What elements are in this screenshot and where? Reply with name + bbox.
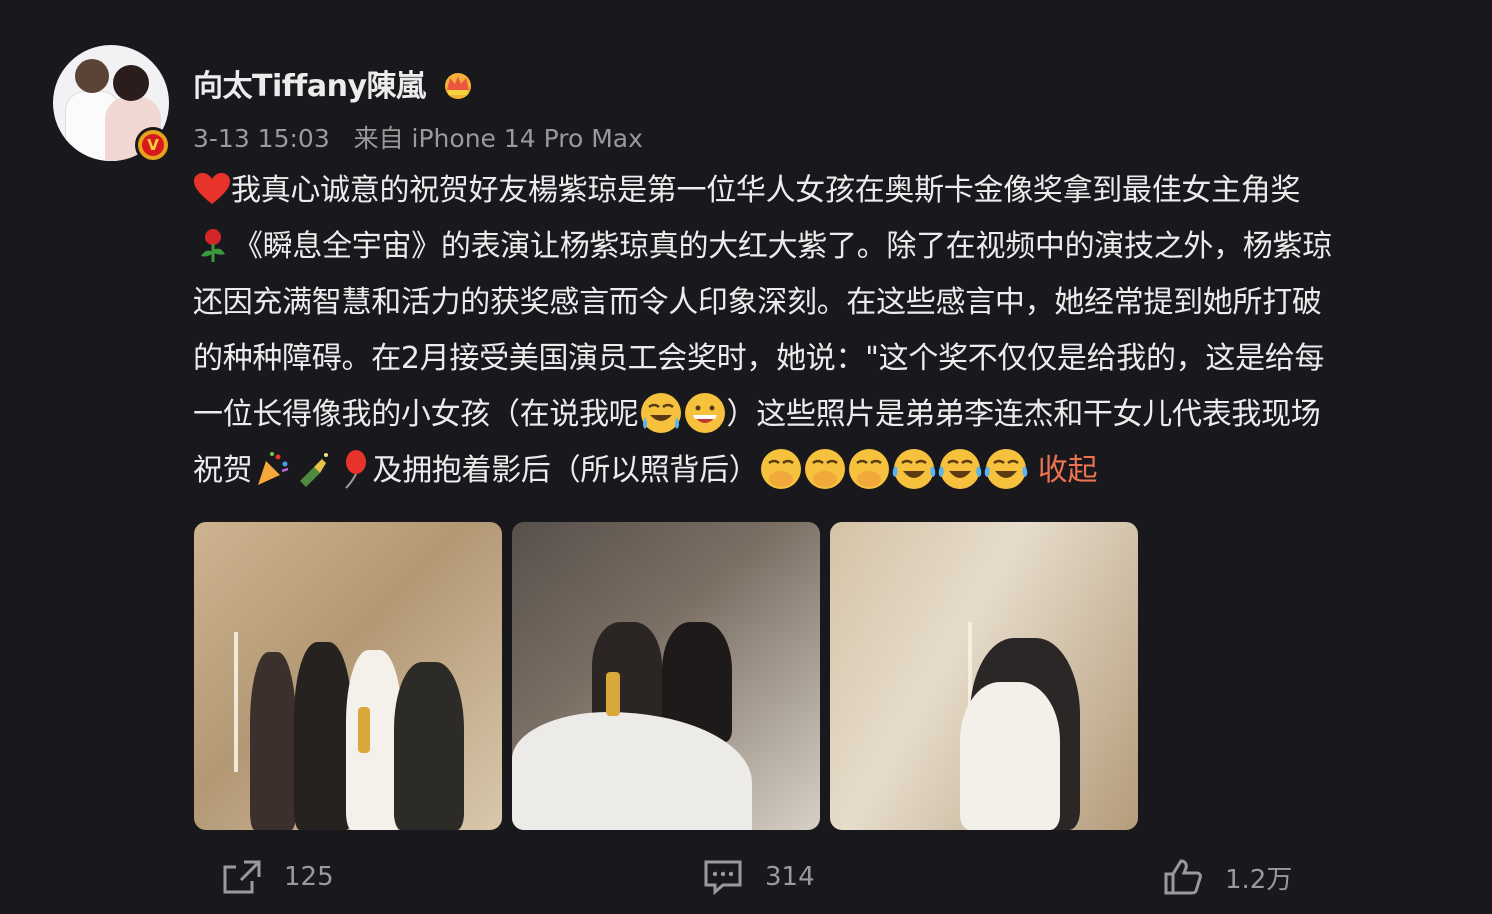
content-line: 的种种障碍。在2月接受美国演员工会奖时，她说："这个奖不仅仅是给我的，这是给每 bbox=[193, 341, 1325, 376]
like-button[interactable]: 1.2万 bbox=[1163, 852, 1292, 902]
tears-of-joy-icon bbox=[938, 448, 981, 489]
post-photo-3[interactable] bbox=[830, 522, 1138, 830]
tears-of-joy-icon bbox=[892, 448, 935, 489]
content-line: 我真心诚意的祝贺好友楊紫琼是第一位华人女孩在奥斯卡金像奖拿到最佳女主角奖 bbox=[193, 163, 1463, 219]
post-photo-1[interactable] bbox=[194, 522, 502, 830]
content-line: 祝贺 及拥抱着影后（所以照背后） 收起 bbox=[193, 443, 1463, 499]
collapse-link[interactable]: 收起 bbox=[1038, 453, 1098, 488]
content-line: 《瞬息全宇宙》的表演让杨紫琼真的大红大紫了。除了在视频中的演技之外，杨紫琼 bbox=[193, 219, 1463, 275]
party-popper-icon bbox=[258, 451, 289, 485]
username[interactable]: 向太Tiffany陳嵐 bbox=[193, 66, 426, 108]
post-meta: 3-13 15:03 来自 iPhone 14 Pro Max bbox=[193, 123, 643, 155]
comment-icon bbox=[704, 860, 742, 895]
share-button[interactable]: 125 bbox=[222, 852, 334, 902]
comment-count: 314 bbox=[765, 862, 815, 892]
cover-face-laugh-icon bbox=[804, 448, 845, 489]
post-content: 我真心诚意的祝贺好友楊紫琼是第一位华人女孩在奥斯卡金像奖拿到最佳女主角奖 《瞬息… bbox=[193, 163, 1463, 499]
crown-icon bbox=[445, 73, 471, 99]
content-line: 还因充满智慧和活力的获奖感言而令人印象深刻。在这些感言中，她经常提到她所打破 bbox=[193, 285, 1322, 320]
cover-face-laugh-icon bbox=[848, 448, 889, 489]
post-photo-2[interactable] bbox=[512, 522, 820, 830]
cover-face-laugh-icon bbox=[760, 448, 801, 489]
heart-icon bbox=[194, 172, 230, 204]
rose-icon bbox=[201, 228, 225, 262]
share-count: 125 bbox=[284, 862, 334, 892]
post-time[interactable]: 3-13 15:03 bbox=[193, 124, 330, 153]
like-count: 1.2万 bbox=[1225, 864, 1293, 895]
tears-of-joy-icon bbox=[984, 448, 1027, 489]
laughing-face-icon bbox=[684, 392, 725, 433]
balloon-icon bbox=[345, 449, 367, 489]
like-thumb-icon bbox=[1164, 859, 1202, 895]
champagne-bottle-icon bbox=[300, 452, 329, 487]
crying-laughing-face-icon bbox=[640, 392, 681, 433]
content-line: 一位长得像我的小女孩（在说我呢 ）这些照片是弟弟李连杰和干女儿代表我现场 bbox=[193, 387, 1463, 443]
verified-badge-icon: V bbox=[135, 127, 171, 163]
post-source: 来自 iPhone 14 Pro Max bbox=[353, 124, 643, 153]
share-icon bbox=[223, 860, 261, 894]
comment-button[interactable]: 314 bbox=[703, 852, 815, 902]
